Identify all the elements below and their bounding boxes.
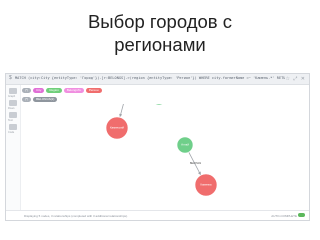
slide-title: Выбор городов с регионами <box>0 10 320 56</box>
label-chip[interactable]: Регион <box>85 88 102 93</box>
rows-view-icon[interactable] <box>9 100 17 106</box>
relationship-label: BELONGS <box>190 163 202 165</box>
autocomplete-toggle[interactable] <box>298 213 305 217</box>
graph-browser-window: $ MATCH (city:City {entityType: 'Город'}… <box>5 73 310 221</box>
prompt-icon: $ <box>9 75 12 81</box>
rows-view-label: Rows <box>8 107 15 110</box>
text-view-label: Text <box>8 119 13 122</box>
graph-view-icon[interactable] <box>9 88 17 94</box>
node-label: Каменский <box>110 126 124 130</box>
slide-title-line-2: регионами <box>114 34 206 55</box>
label-chip[interactable]: City <box>33 88 45 93</box>
query-input[interactable]: MATCH (city:City {entityType: 'Город'})-… <box>15 76 285 80</box>
status-text: Displaying 5 nodes, 3 relationships (com… <box>24 214 128 218</box>
result-view-toolbar: Graph Rows Text Code <box>6 85 21 220</box>
toolbar-icons[interactable]: ☆ ⤢ ✕ <box>286 76 306 82</box>
autocomplete-label: AUTO-COMPLETE <box>271 214 297 218</box>
node-label: Каменка <box>200 183 211 187</box>
label-chip[interactable]: Region <box>46 88 62 93</box>
label-chip[interactable]: (*) <box>22 88 32 93</box>
query-bar[interactable]: $ MATCH (city:City {entityType: 'Город'}… <box>6 74 309 85</box>
relationship-edge[interactable] <box>119 104 130 118</box>
code-view-icon[interactable] <box>9 124 17 130</box>
graph-view-label: Graph <box>8 95 16 98</box>
graph-node[interactable] <box>151 104 167 106</box>
relationship-chip[interactable]: BELONGS(2) <box>33 97 58 102</box>
node-label: Алтай <box>181 143 189 147</box>
slide-title-line-1: Выбор городов с <box>87 11 233 32</box>
relationship-chip[interactable]: (*) <box>22 97 32 102</box>
status-bar: Displaying 5 nodes, 3 relationships (com… <box>6 210 309 220</box>
label-chip[interactable]: BelongsTo <box>63 88 84 93</box>
text-view-icon[interactable] <box>9 112 17 118</box>
graph-canvas[interactable]: BELONGSBELONGSBELONGSКаменьАлтайскийКаме… <box>20 104 309 210</box>
code-view-label: Code <box>8 131 15 134</box>
